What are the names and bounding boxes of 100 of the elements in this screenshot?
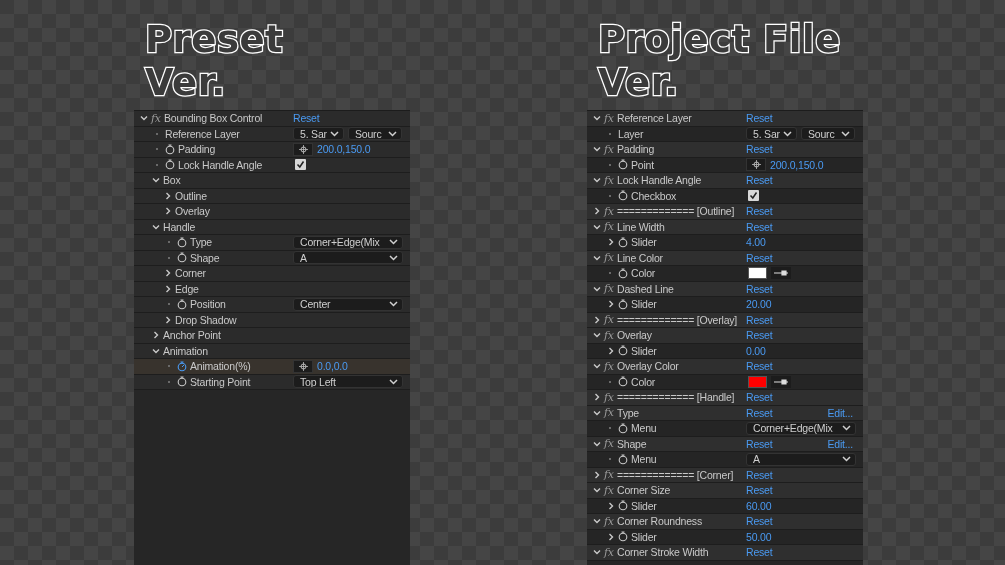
chevron-right-icon[interactable] [164,269,172,278]
layer-dropdown[interactable]: Sourc [801,127,855,141]
stopwatch-icon[interactable] [618,236,628,248]
point-control[interactable] [293,142,313,156]
point-control[interactable] [746,158,766,172]
menu-dropdown[interactable]: Corner+Edge(Mix [293,235,403,249]
chevron-down-icon[interactable] [593,486,601,495]
stopwatch-icon[interactable] [618,376,628,388]
chevron-down-icon[interactable] [593,548,601,557]
stopwatch-icon[interactable] [618,453,628,465]
checkbox[interactable] [295,159,306,171]
edit-link[interactable]: Edit... [827,406,856,419]
layer-dropdown[interactable]: 5. Sar [293,127,344,141]
point-control[interactable] [293,359,313,373]
reset-link[interactable]: Reset [746,251,773,264]
chevron-right-icon[interactable] [593,470,601,479]
reset-link[interactable]: Reset [746,437,773,450]
chevron-right-icon[interactable] [164,315,172,324]
stopwatch-icon[interactable] [165,143,175,155]
chevron-down-icon[interactable] [593,331,601,340]
chevron-down-icon[interactable] [152,222,160,231]
layer-dropdown[interactable]: Sourc [348,127,402,141]
reset-link[interactable]: Reset [746,282,773,295]
reset-link[interactable]: Reset [746,112,773,125]
chevron-right-icon[interactable] [607,532,615,541]
chevron-down-icon[interactable] [593,408,601,417]
point-value[interactable]: 0.0,0.0 [317,360,348,373]
chevron-right-icon[interactable] [607,501,615,510]
chevron-down-icon[interactable] [593,362,601,371]
chevron-down-icon[interactable] [593,517,601,526]
chevron-right-icon[interactable] [607,238,615,247]
reset-link[interactable]: Reset [746,220,773,233]
chevron-right-icon[interactable] [607,300,615,309]
chevron-down-icon[interactable] [140,114,148,123]
reset-link[interactable]: Reset [746,546,773,559]
reset-link[interactable]: Reset [746,313,773,326]
chevron-down-icon[interactable] [593,145,601,154]
menu-dropdown[interactable]: A [746,452,856,466]
stopwatch-icon[interactable] [177,252,187,264]
reset-link[interactable]: Reset [746,391,773,404]
reset-link[interactable]: Reset [293,112,320,125]
chevron-right-icon[interactable] [593,207,601,216]
chevron-right-icon[interactable] [164,207,172,216]
reset-link[interactable]: Reset [746,406,773,419]
stopwatch-icon[interactable] [177,236,187,248]
slider-value[interactable]: 50.00 [746,530,772,543]
slider-value[interactable]: 0.00 [746,344,766,357]
menu-dropdown[interactable]: Center [293,297,403,311]
chevron-right-icon[interactable] [593,315,601,324]
chevron-right-icon[interactable] [593,393,601,402]
stopwatch-icon[interactable] [618,500,628,512]
point-value[interactable]: 200.0,150.0 [770,158,824,171]
stopwatch-icon[interactable] [177,298,187,310]
chevron-down-icon[interactable] [593,114,601,123]
reset-link[interactable]: Reset [746,468,773,481]
stopwatch-icon[interactable] [618,159,628,171]
checkbox[interactable] [748,190,759,202]
fx-icon: fx [604,111,614,125]
reset-link[interactable]: Reset [746,329,773,342]
caret-icon [842,425,851,432]
slider-value[interactable]: 4.00 [746,236,766,249]
reset-link[interactable]: Reset [746,174,773,187]
stopwatch-icon[interactable] [618,422,628,434]
stopwatch-icon[interactable] [618,190,628,202]
color-swatch[interactable] [748,375,767,388]
stopwatch-icon[interactable] [618,298,628,310]
reset-link[interactable]: Reset [746,360,773,373]
edit-link[interactable]: Edit... [827,437,856,450]
stopwatch-icon[interactable] [177,376,187,388]
chevron-right-icon[interactable] [164,191,172,200]
stopwatch-icon[interactable] [618,267,628,279]
chevron-right-icon[interactable] [152,331,160,340]
reset-link[interactable]: Reset [746,205,773,218]
chevron-down-icon[interactable] [593,253,601,262]
chevron-down-icon[interactable] [593,222,601,231]
chevron-right-icon[interactable] [164,284,172,293]
stopwatch-icon[interactable] [618,345,628,357]
point-value[interactable]: 200.0,150.0 [317,143,371,156]
chevron-down-icon[interactable] [593,284,601,293]
stopwatch-icon[interactable] [618,531,628,543]
reset-link[interactable]: Reset [746,484,773,497]
chevron-down-icon[interactable] [593,176,601,185]
slider-value[interactable]: 20.00 [746,298,772,311]
stopwatch-icon[interactable] [165,159,175,171]
chevron-down-icon[interactable] [593,439,601,448]
reset-link[interactable]: Reset [746,143,773,156]
stopwatch-icon[interactable] [177,360,187,372]
eyedropper-icon[interactable] [771,375,791,388]
chevron-down-icon[interactable] [152,346,160,355]
title-text: Preset [144,18,285,63]
reset-link[interactable]: Reset [746,515,773,528]
chevron-down-icon[interactable] [152,176,160,185]
menu-dropdown[interactable]: Corner+Edge(Mix [746,421,856,435]
color-swatch[interactable] [748,267,767,280]
slider-value[interactable]: 60.00 [746,499,772,512]
menu-dropdown[interactable]: A [293,251,403,265]
eyedropper-icon[interactable] [771,267,791,280]
menu-dropdown[interactable]: Top Left [293,375,403,389]
chevron-right-icon[interactable] [607,346,615,355]
layer-dropdown[interactable]: 5. Sar [746,127,797,141]
